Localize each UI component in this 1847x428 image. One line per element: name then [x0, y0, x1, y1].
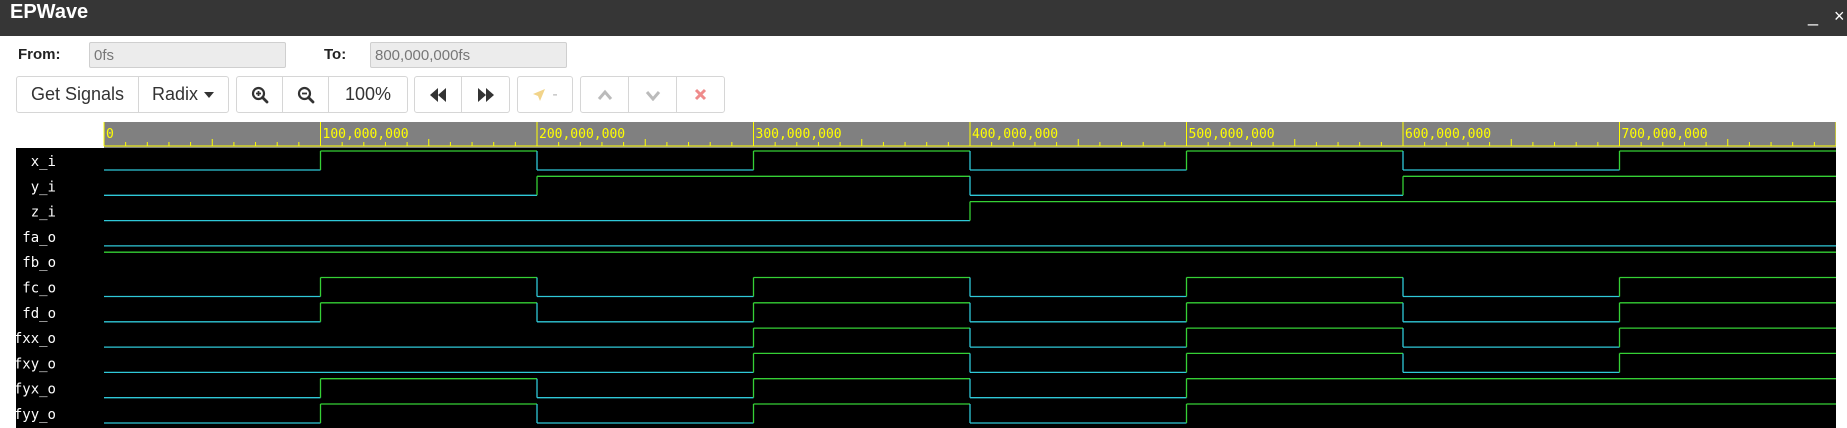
to-input[interactable]	[370, 42, 567, 68]
ruler-tick-label: 300,000,000	[756, 127, 842, 142]
signal-name-fyx_o[interactable]: fyx_o	[16, 382, 56, 398]
zoom-out-icon	[297, 86, 314, 103]
remove-signal-button[interactable]	[677, 77, 724, 112]
ruler-corner	[16, 122, 104, 148]
signal-order-group	[580, 76, 725, 113]
zoom-out-button[interactable]	[283, 77, 329, 112]
ruler-tick-label: 500,000,000	[1189, 127, 1275, 142]
get-signals-button[interactable]: Get Signals	[17, 77, 139, 112]
signal-name-fb_o[interactable]: fb_o	[22, 255, 56, 271]
signal-name-y_i[interactable]: y_i	[31, 179, 56, 195]
window-title: EPWave	[10, 1, 89, 23]
ruler-tick-label: 200,000,000	[539, 127, 625, 142]
radix-label: Radix	[151, 84, 199, 104]
signals-group: Get Signals Radix	[16, 76, 229, 113]
get-signals-label: Get Signals	[30, 84, 125, 104]
minimize-button[interactable]: _	[1808, 4, 1818, 28]
from-label: From:	[18, 46, 61, 63]
location-arrow-icon	[533, 88, 546, 101]
fast-forward-button[interactable]	[462, 77, 509, 112]
radix-dropdown[interactable]: Radix	[139, 77, 228, 112]
waveform-background	[16, 122, 1836, 428]
navigate-group	[414, 76, 510, 113]
signal-name-z_i[interactable]: z_i	[31, 205, 56, 221]
zoom-in-icon	[251, 86, 268, 103]
ruler-tick-label: 700,000,000	[1622, 127, 1708, 142]
signal-name-fyy_o[interactable]: fyy_o	[16, 407, 56, 423]
chevron-up-icon	[597, 89, 612, 100]
ruler-tick-label: 0	[106, 127, 114, 142]
ruler-tick-label: 400,000,000	[972, 127, 1058, 142]
caret-down-icon	[204, 91, 215, 98]
move-up-button[interactable]	[581, 77, 629, 112]
fast-backward-button[interactable]	[415, 77, 462, 112]
zoom-level: 100%	[344, 84, 392, 104]
signal-name-fa_o[interactable]: fa_o	[22, 230, 56, 246]
signal-name-fxx_o[interactable]: fxx_o	[16, 331, 56, 347]
marker-label: -	[552, 85, 558, 103]
waveform-viewer[interactable]: 0 100,000,000 200,000,000 300,000,000 400,00…	[16, 122, 1836, 428]
close-button[interactable]: ×	[1834, 4, 1845, 28]
ruler-tick-label: 600,000,000	[1405, 127, 1491, 142]
signal-name-fxy_o[interactable]: fxy_o	[16, 356, 56, 372]
chevron-down-icon	[645, 90, 660, 101]
signal-name-x_i[interactable]: x_i	[31, 154, 56, 170]
fast-forward-icon	[477, 87, 494, 102]
fast-backward-icon	[430, 87, 446, 102]
marker-button[interactable]: -	[518, 77, 572, 112]
zoom-group: 100%	[236, 76, 408, 113]
zoom-in-button[interactable]	[237, 77, 283, 112]
to-label: To:	[324, 46, 347, 63]
signal-name-fc_o[interactable]: fc_o	[22, 281, 56, 297]
zoom-level-button[interactable]: 100%	[329, 77, 407, 112]
ruler-tick-label: 100,000,000	[323, 127, 409, 142]
close-icon	[694, 88, 707, 101]
title-bar: EPWave _ ×	[0, 0, 1847, 36]
move-down-button[interactable]	[629, 77, 677, 112]
signal-name-fd_o[interactable]: fd_o	[22, 306, 56, 322]
marker-group: -	[517, 76, 573, 113]
from-input[interactable]	[89, 42, 286, 68]
